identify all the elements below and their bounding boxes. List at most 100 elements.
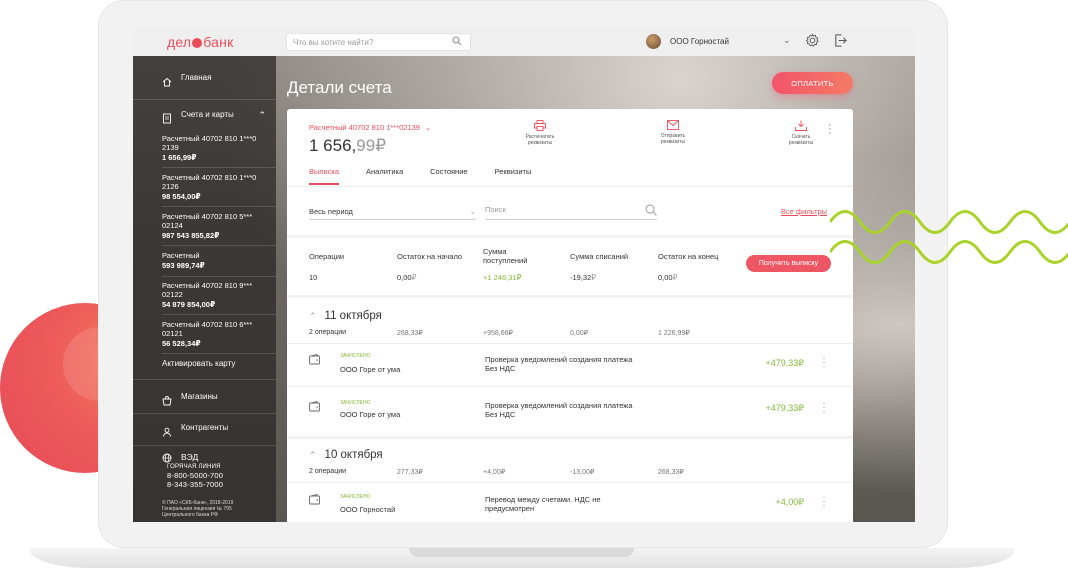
more-icon[interactable]: · · · xyxy=(822,399,826,416)
download-details-button[interactable]: Скачать реквизиты xyxy=(771,120,831,146)
tab-state[interactable]: Состояние xyxy=(430,167,467,185)
activate-card-link[interactable]: Активировать карту xyxy=(162,359,272,369)
tabs: Выписка Аналитика Состояние Реквизиты xyxy=(309,167,558,185)
day-header[interactable]: ⌃ 10 октября xyxy=(309,449,383,461)
chevron-up-icon: ⌃ xyxy=(309,311,317,321)
period-select[interactable]: Весь период ⌄ xyxy=(309,204,476,220)
sidebar-item-home[interactable]: Главная xyxy=(133,65,276,91)
sidebar-item-shops[interactable]: Магазины xyxy=(133,384,276,410)
description-line: Проверка уведомлений создания платежа xyxy=(485,355,633,364)
tab-requisites[interactable]: Реквизиты xyxy=(495,167,532,185)
tab-analytics[interactable]: Аналитика xyxy=(366,167,403,185)
sidebar-divider xyxy=(162,206,276,207)
sidebar-divider xyxy=(162,276,276,277)
value: +1 246,31 xyxy=(483,273,517,282)
transaction-status: ЗАЧИСЛЕНО xyxy=(340,353,371,359)
sidebar-item-contractors[interactable]: Контрагенты xyxy=(133,415,276,441)
sidebar-item-accounts[interactable]: Счета и карты ⌃ xyxy=(133,102,276,128)
hotline-phone[interactable]: 8-343-355-7000 xyxy=(167,480,223,489)
account-balance: 56 528,34₽ xyxy=(162,339,201,348)
sidebar-divider xyxy=(133,445,276,446)
sidebar-divider xyxy=(162,245,276,246)
print-details-button[interactable]: Распечатать реквизиты xyxy=(510,120,570,146)
day-spend: -13,00₽ xyxy=(570,469,595,476)
account-selector[interactable]: Расчетный 40702 810 1***02139 ⌄ xyxy=(309,123,431,132)
account-balance: 54 879 854,00₽ xyxy=(162,300,216,309)
period-value: Весь период xyxy=(309,207,353,216)
balance-fraction: 99 xyxy=(356,136,376,155)
summary-header-spend: Сумма списаний xyxy=(570,252,629,261)
more-icon[interactable]: · · · xyxy=(828,120,832,139)
pay-button[interactable]: ОПЛАТИТЬ xyxy=(772,72,853,94)
description-line: Без НДС xyxy=(485,364,516,373)
gear-icon[interactable] xyxy=(805,33,820,53)
sidebar-item-label: Контрагенты xyxy=(181,423,229,432)
account-name: Расчетный 40702 810 1***0 2126 xyxy=(162,173,257,191)
wallet-icon xyxy=(309,492,321,510)
hotline-label: ГОРЯЧАЯ ЛИНИЯ xyxy=(167,464,221,470)
transaction-amount: +4,00₽ xyxy=(775,497,805,507)
account-balance: 1 656,99₽ xyxy=(162,153,197,162)
account-name: Расчетный 40702 810 9*** 02122 xyxy=(162,281,253,299)
user-avatar[interactable] xyxy=(646,34,661,49)
logout-icon[interactable] xyxy=(833,33,848,53)
day-ops: 2 операции xyxy=(309,329,347,336)
topbar: дел банк Что вы хотите найти? ООО Горност… xyxy=(133,28,915,56)
logo-text-right: банк xyxy=(203,34,234,50)
day-date: 10 октября xyxy=(324,449,383,461)
sidebar-divider xyxy=(133,413,276,414)
sidebar-divider xyxy=(162,167,276,168)
value: -19,32 xyxy=(570,273,592,282)
chevron-up-icon[interactable]: ⌃ xyxy=(258,102,266,128)
get-statement-button[interactable]: Получить выписку xyxy=(746,255,831,272)
day-end: 268,33₽ xyxy=(658,469,684,476)
transaction-counterparty: ООО Горностай xyxy=(340,505,396,514)
header-line: поступлений xyxy=(483,256,528,265)
account-name: Расчетный xyxy=(162,251,200,260)
summary-operations: 10 xyxy=(309,273,318,282)
action-label: реквизиты xyxy=(660,139,686,145)
description-line: Без НДС xyxy=(485,410,516,419)
summary-header-end: Остаток на конец xyxy=(658,252,719,261)
account-item[interactable]: Расчетный 40702 810 1***0 2139 1 656,99₽ xyxy=(162,134,272,162)
divider xyxy=(287,482,853,483)
wallet-icon xyxy=(309,352,321,370)
account-item[interactable]: Расчетный 40702 810 9*** 02122 54 879 85… xyxy=(162,281,272,309)
company-name[interactable]: ООО Горностай xyxy=(670,37,729,46)
bank-logo[interactable]: дел банк xyxy=(167,34,233,50)
action-label: реквизиты xyxy=(527,140,553,146)
more-icon[interactable]: · · · xyxy=(822,493,826,510)
description-line: Перевод между счетами. НДС не xyxy=(485,495,601,504)
sidebar-divider xyxy=(162,314,276,315)
transaction-counterparty: ООО Горе от ума xyxy=(340,410,401,419)
account-item[interactable]: Расчетный 40702 810 1***0 2126 98 554,00… xyxy=(162,173,272,201)
sidebar-divider xyxy=(133,99,276,100)
global-search-input[interactable]: Что вы хотите найти? xyxy=(286,33,471,51)
send-details-button[interactable]: Отправить реквизиты xyxy=(643,120,703,145)
account-item[interactable]: Расчетный 40702 810 6*** 02121 56 528,34… xyxy=(162,320,272,348)
chevron-up-icon: ⌃ xyxy=(309,450,317,460)
account-name: Расчетный 40702 810 6*** 02121 xyxy=(162,320,253,338)
statement-search-input[interactable]: Поиск xyxy=(485,204,657,220)
account-item[interactable]: Расчетный 40702 810 5*** 02124 987 543 8… xyxy=(162,212,272,240)
summary-spend: -19,32₽ xyxy=(570,273,596,282)
all-filters-link[interactable]: Все фильтры xyxy=(781,207,827,216)
summary-header-start: Остаток на начало xyxy=(397,252,463,261)
day-end: 1 226,99₽ xyxy=(658,330,690,337)
account-item[interactable]: Расчетный 593 989,74₽ xyxy=(162,251,272,270)
value: 0,00 xyxy=(658,273,673,282)
hotline-block: ГОРЯЧАЯ ЛИНИЯ 8-800-5000-700 8-343-355-7… xyxy=(167,463,223,489)
transaction-description: Проверка уведомлений создания платежа Без… xyxy=(485,401,632,419)
sidebar-item-ved[interactable]: ВЭД xyxy=(181,452,198,462)
transaction-counterparty: ООО Горе от ума xyxy=(340,365,401,374)
account-details-card: Расчетный 40702 810 1***02139 ⌄ 1 656,99₽… xyxy=(287,109,853,522)
balance-integer: 1 656, xyxy=(309,136,357,155)
tab-statement[interactable]: Выписка xyxy=(309,167,340,185)
chevron-down-icon[interactable]: ⌄ xyxy=(783,35,791,46)
more-icon[interactable]: · · · xyxy=(822,354,826,371)
decorative-wave xyxy=(830,240,1068,264)
day-header[interactable]: ⌃ 11 октября xyxy=(309,310,382,322)
hotline-phone[interactable]: 8-800-5000-700 xyxy=(167,471,223,480)
chevron-down-icon: ⌄ xyxy=(469,207,476,216)
wallet-icon xyxy=(309,399,321,417)
